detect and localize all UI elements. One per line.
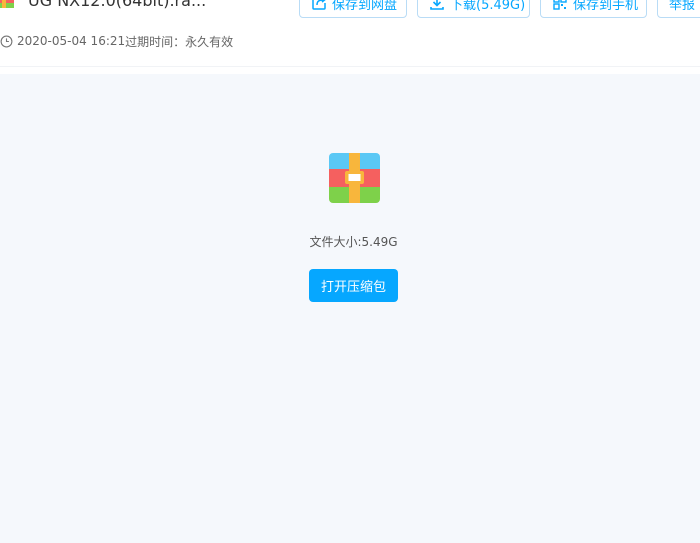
share-date: 2020-05-04 16:21 xyxy=(17,34,126,48)
file-header: UG NX12.0(64bit).ra... 2020-05-04 16:21 … xyxy=(0,0,700,67)
archive-small-icon xyxy=(0,0,14,8)
clock-icon xyxy=(0,35,13,47)
file-size: 文件大小:5.49G xyxy=(309,235,398,249)
report-label: 举报 xyxy=(669,0,696,13)
expire-value: 永久有效 xyxy=(185,34,234,49)
download-icon xyxy=(430,0,444,10)
save-to-cloud-button[interactable]: 保存到网盘 xyxy=(299,0,407,18)
download-label: 下载(5.49G) xyxy=(450,0,526,13)
file-preview-area: 文件大小:5.49G 打开压缩包 xyxy=(0,74,700,543)
download-button[interactable]: 下载(5.49G) xyxy=(417,0,530,18)
save-to-cloud-icon xyxy=(312,0,326,10)
open-archive-button[interactable]: 打开压缩包 xyxy=(309,269,398,302)
report-button[interactable]: 举报 xyxy=(657,0,700,18)
archive-icon xyxy=(329,153,380,203)
file-meta: 2020-05-04 16:21 过期时间： 永久有效 xyxy=(0,33,233,49)
save-to-phone-button[interactable]: 保存到手机 xyxy=(540,0,647,18)
expire-label: 过期时间： xyxy=(125,34,186,49)
save-to-phone-label: 保存到手机 xyxy=(573,0,639,13)
phone-qr-icon xyxy=(553,0,567,10)
save-to-cloud-label: 保存到网盘 xyxy=(332,0,398,13)
file-name: UG NX12.0(64bit).ra... xyxy=(28,0,207,10)
